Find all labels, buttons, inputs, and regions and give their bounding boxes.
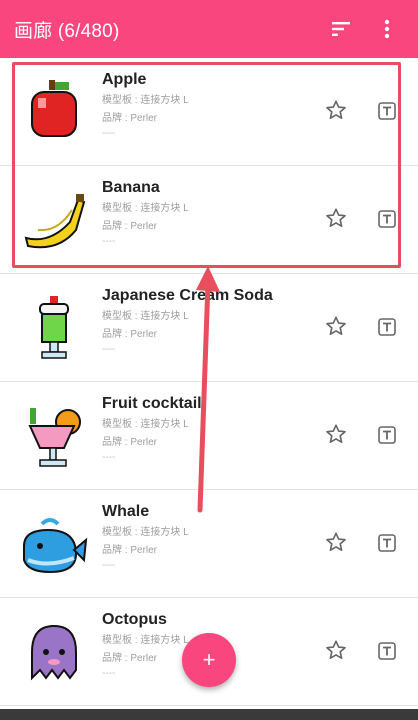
favorite-button[interactable]	[324, 530, 348, 554]
item-board: 模型板 : 连接方块 L	[102, 527, 189, 538]
apple-bead-icon	[20, 78, 88, 146]
item-brand: 品牌 : Perler	[102, 329, 158, 340]
add-button[interactable]: +	[182, 633, 236, 687]
list-item[interactable]: Whale 模型板 : 连接方块 L 品牌 : Perler ----	[0, 490, 418, 598]
item-board: 模型板 : 连接方块 L	[102, 203, 189, 214]
sort-button[interactable]	[324, 12, 358, 46]
list-item[interactable]: Apple 模型板 : 连接方块 L 品牌 : Perler ----	[0, 58, 418, 166]
text-box-icon	[378, 642, 396, 660]
gallery-list[interactable]: Apple 模型板 : 连接方块 L 品牌 : Perler ---- Bana…	[0, 58, 418, 709]
star-outline-icon	[326, 532, 346, 551]
system-nav-bar	[0, 709, 418, 720]
favorite-button[interactable]	[324, 638, 348, 662]
star-outline-icon	[326, 640, 346, 659]
more-vert-icon	[384, 19, 390, 39]
text-button[interactable]	[376, 100, 398, 122]
item-brand: 品牌 : Perler	[102, 545, 158, 556]
cocktail-bead-icon	[20, 402, 88, 470]
text-button[interactable]	[376, 316, 398, 338]
cream-soda-bead-icon	[20, 294, 88, 362]
favorite-button[interactable]	[324, 206, 348, 230]
item-title: Apple	[102, 71, 147, 88]
octopus-bead-icon	[20, 618, 88, 686]
list-item[interactable]: Japanese Cream Soda 模型板 : 连接方块 L 品牌 : Pe…	[0, 274, 418, 382]
text-box-icon	[378, 426, 396, 444]
star-outline-icon	[326, 100, 346, 119]
text-button[interactable]	[376, 532, 398, 554]
item-extra: ----	[102, 128, 116, 139]
item-brand: 品牌 : Perler	[102, 113, 158, 124]
item-title: Banana	[102, 179, 160, 196]
favorite-button[interactable]	[324, 314, 348, 338]
item-board: 模型板 : 连接方块 L	[102, 95, 189, 106]
page-title: 画廊 (6/480)	[14, 20, 120, 42]
list-item[interactable]: Banana 模型板 : 连接方块 L 品牌 : Perler ----	[0, 166, 418, 274]
overflow-menu-button[interactable]	[370, 12, 404, 46]
item-brand: 品牌 : Perler	[102, 221, 158, 232]
text-box-icon	[378, 210, 396, 228]
text-button[interactable]	[376, 208, 398, 230]
text-button[interactable]	[376, 640, 398, 662]
item-brand: 品牌 : Perler	[102, 437, 158, 448]
item-extra: ----	[102, 452, 116, 463]
item-extra: ----	[102, 344, 116, 355]
item-board: 模型板 : 连接方块 L	[102, 311, 189, 322]
text-box-icon	[378, 534, 396, 552]
favorite-button[interactable]	[324, 98, 348, 122]
text-button[interactable]	[376, 424, 398, 446]
star-outline-icon	[326, 316, 346, 335]
text-box-icon	[378, 318, 396, 336]
item-title: Japanese Cream Soda	[102, 287, 273, 304]
banana-bead-icon	[20, 186, 88, 254]
star-outline-icon	[326, 208, 346, 227]
item-board: 模型板 : 连接方块 L	[102, 419, 189, 430]
item-title: Whale	[102, 503, 150, 520]
item-extra: ----	[102, 236, 116, 247]
item-title: Fruit cocktail	[102, 395, 202, 412]
item-title: Octopus	[102, 611, 167, 628]
add-icon: +	[202, 647, 216, 672]
text-box-icon	[378, 102, 396, 120]
list-item[interactable]: Fruit cocktail 模型板 : 连接方块 L 品牌 : Perler …	[0, 382, 418, 490]
app-bar: 画廊 (6/480)	[0, 0, 418, 58]
sort-icon	[332, 22, 350, 36]
favorite-button[interactable]	[324, 422, 348, 446]
star-outline-icon	[326, 424, 346, 443]
whale-bead-icon	[20, 510, 88, 578]
item-extra: ----	[102, 560, 116, 571]
